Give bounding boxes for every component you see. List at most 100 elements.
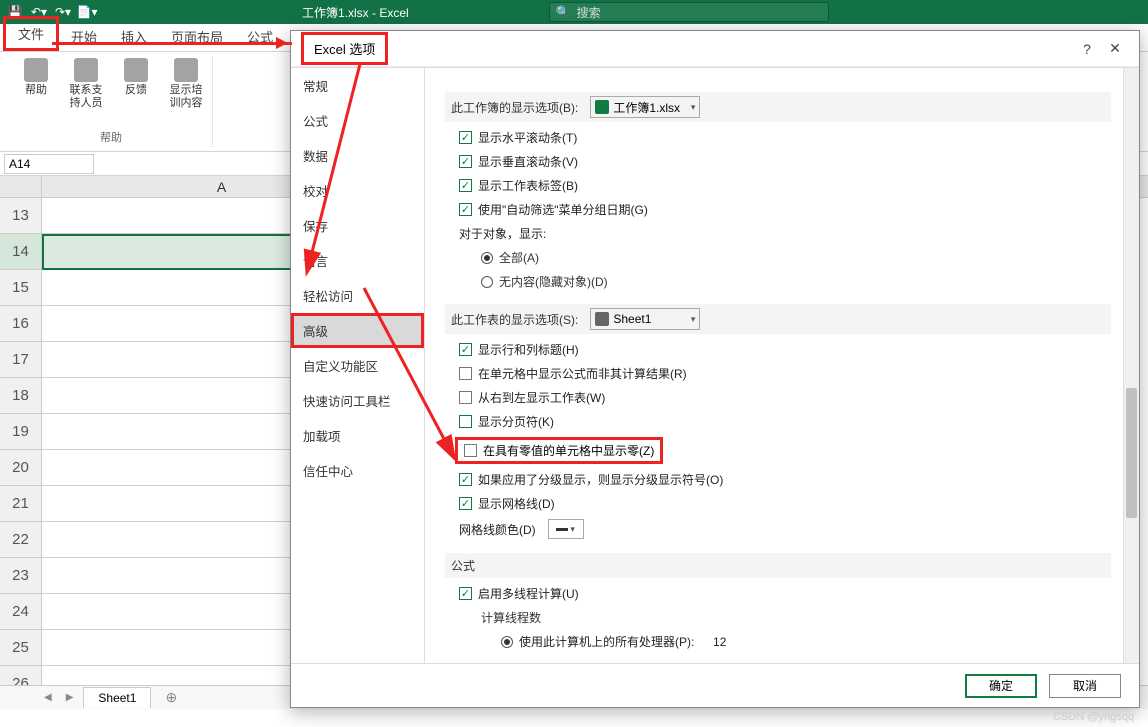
nav-proofing[interactable]: 校对 (291, 173, 424, 208)
ribbon-group-label: 帮助 (100, 129, 122, 145)
section-formulas: 公式 (445, 553, 1111, 578)
excel-icon (595, 100, 609, 114)
worksheet-dropdown[interactable]: Sheet1 (590, 308, 700, 330)
opt-rtl[interactable]: 从右到左显示工作表(W) (459, 389, 1111, 406)
section-label: 此工作表的显示选项(S): (451, 311, 578, 328)
row-header[interactable]: 18 (0, 378, 42, 414)
nav-advanced[interactable]: 高级 (291, 313, 424, 348)
opt-h-scroll[interactable]: ✓显示水平滚动条(T) (459, 129, 1111, 146)
row-header[interactable]: 25 (0, 630, 42, 666)
objects-label: 对于对象，显示: (459, 225, 1111, 242)
dialog-scrollbar[interactable] (1123, 68, 1139, 663)
opt-show-zero[interactable]: 在具有零值的单元格中显示零(Z) (455, 437, 663, 464)
radio-all[interactable]: 全部(A) (481, 249, 1111, 266)
nav-save[interactable]: 保存 (291, 208, 424, 243)
opt-autofilter-dates[interactable]: ✓使用"自动筛选"菜单分组日期(G) (459, 201, 1111, 218)
dialog-footer: 确定 取消 (291, 663, 1139, 707)
search-box[interactable]: 🔍 搜索 (549, 2, 829, 22)
prev-sheet-icon[interactable]: ◀ (40, 692, 56, 703)
row-header[interactable]: 16 (0, 306, 42, 342)
dialog-titlebar: Excel 选项 ? ✕ (291, 31, 1139, 67)
training-icon (174, 58, 198, 82)
section-label: 公式 (451, 557, 475, 574)
nav-formulas[interactable]: 公式 (291, 103, 424, 138)
row-header[interactable]: 23 (0, 558, 42, 594)
tab-file[interactable]: 文件 (3, 16, 59, 51)
nav-language[interactable]: 语言 (291, 243, 424, 278)
row-header[interactable]: 22 (0, 522, 42, 558)
section-label: 此工作簿的显示选项(B): (451, 99, 578, 116)
checkbox-icon: ✓ (459, 473, 472, 486)
radio-none[interactable]: 无内容(隐藏对象)(D) (481, 273, 1111, 290)
checkbox-icon: ✓ (459, 131, 472, 144)
threads-label: 计算线程数 (481, 609, 1111, 626)
row-header[interactable]: 21 (0, 486, 42, 522)
nav-ease-of-access[interactable]: 轻松访问 (291, 278, 424, 313)
title-bar: 💾 ↶▾ ↷▾ 📄▾ 工作簿1.xlsx - Excel 🔍 搜索 (0, 0, 1148, 24)
select-all-corner[interactable] (0, 176, 42, 197)
name-box[interactable]: A14 (4, 154, 94, 174)
excel-options-dialog: Excel 选项 ? ✕ 常规 公式 数据 校对 保存 语言 轻松访问 高级 自… (290, 30, 1140, 708)
help-button[interactable]: ? (1073, 41, 1101, 57)
tab-insert[interactable]: 插入 (109, 22, 159, 51)
touch-icon[interactable]: 📄▾ (76, 1, 98, 23)
opt-show-formulas[interactable]: 在单元格中显示公式而非其计算结果(R) (459, 365, 1111, 382)
checkbox-icon: ✓ (459, 497, 472, 510)
processor-count: 12 (713, 635, 726, 649)
watermark: CSDN @yngsqq (1053, 711, 1134, 723)
contact-support-button[interactable]: 联系支持人员 (66, 58, 106, 110)
workbook-dropdown[interactable]: 工作簿1.xlsx (590, 96, 700, 118)
nav-trust-center[interactable]: 信任中心 (291, 453, 424, 488)
dialog-nav: 常规 公式 数据 校对 保存 语言 轻松访问 高级 自定义功能区 快速访问工具栏… (291, 68, 425, 663)
row-header[interactable]: 24 (0, 594, 42, 630)
nav-addins[interactable]: 加载项 (291, 418, 424, 453)
help-icon (24, 58, 48, 82)
tab-page-layout[interactable]: 页面布局 (159, 22, 235, 51)
next-sheet-icon[interactable]: ▶ (62, 692, 78, 703)
gridline-color-picker[interactable] (548, 519, 584, 539)
cancel-button[interactable]: 取消 (1049, 674, 1121, 698)
opt-v-scroll[interactable]: ✓显示垂直滚动条(V) (459, 153, 1111, 170)
checkbox-icon: ✓ (459, 587, 472, 600)
row-header[interactable]: 15 (0, 270, 42, 306)
radio-icon (481, 252, 493, 264)
dialog-title: Excel 选项 (301, 32, 388, 65)
opt-outline-symbols[interactable]: ✓如果应用了分级显示，则显示分级显示符号(O) (459, 471, 1111, 488)
sheet-tab[interactable]: Sheet1 (83, 687, 151, 708)
help-button[interactable]: 帮助 (16, 58, 56, 110)
row-headers: 13 14 15 16 17 18 19 20 21 22 23 24 25 2… (0, 198, 42, 702)
close-icon[interactable]: ✕ (1101, 40, 1129, 57)
radio-icon (481, 276, 493, 288)
checkbox-icon (459, 415, 472, 428)
add-sheet-button[interactable]: ⊕ (157, 689, 185, 706)
nav-customize-ribbon[interactable]: 自定义功能区 (291, 348, 424, 383)
row-header[interactable]: 14 (0, 234, 42, 270)
feedback-icon (124, 58, 148, 82)
ribbon-group-help: 帮助 联系支持人员 反馈 显示培训内容 帮助 (10, 56, 213, 147)
row-header[interactable]: 17 (0, 342, 42, 378)
ok-button[interactable]: 确定 (965, 674, 1037, 698)
checkbox-icon (459, 391, 472, 404)
checkbox-icon: ✓ (459, 343, 472, 356)
row-header[interactable]: 19 (0, 414, 42, 450)
tab-home[interactable]: 开始 (59, 22, 109, 51)
opt-multithread[interactable]: ✓启用多线程计算(U) (459, 585, 1111, 602)
show-training-button[interactable]: 显示培训内容 (166, 58, 206, 110)
nav-qat[interactable]: 快速访问工具栏 (291, 383, 424, 418)
opt-page-breaks[interactable]: 显示分页符(K) (459, 413, 1111, 430)
gridline-color: 网格线颜色(D) (459, 519, 1111, 539)
row-header[interactable]: 13 (0, 198, 42, 234)
row-header[interactable]: 20 (0, 450, 42, 486)
nav-data[interactable]: 数据 (291, 138, 424, 173)
opt-sheet-tabs[interactable]: ✓显示工作表标签(B) (459, 177, 1111, 194)
feedback-button[interactable]: 反馈 (116, 58, 156, 110)
sheet-icon (595, 312, 609, 326)
radio-use-all-processors[interactable]: 使用此计算机上的所有处理器(P): 12 (501, 633, 1111, 650)
nav-general[interactable]: 常规 (291, 68, 424, 103)
dialog-content: 此工作簿的显示选项(B): 工作簿1.xlsx ✓显示水平滚动条(T) ✓显示垂… (425, 68, 1139, 663)
opt-gridlines[interactable]: ✓显示网格线(D) (459, 495, 1111, 512)
radio-icon (501, 636, 513, 648)
annotation-arrow (52, 42, 292, 45)
scrollbar-thumb[interactable] (1126, 388, 1137, 518)
opt-row-col-headers[interactable]: ✓显示行和列标题(H) (459, 341, 1111, 358)
